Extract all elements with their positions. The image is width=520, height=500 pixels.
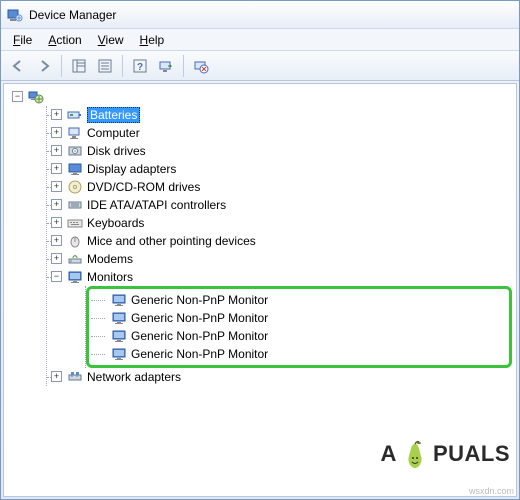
node-label: Modems	[87, 252, 133, 266]
svg-text:?: ?	[137, 62, 143, 73]
node-label: Generic Non-PnP Monitor	[131, 329, 268, 343]
monitor-icon	[111, 310, 127, 326]
menubar: File Action View Help	[1, 29, 519, 51]
toolbar: ?	[1, 51, 519, 81]
scan-hardware-button[interactable]	[154, 54, 178, 78]
node-label: Keyboards	[87, 216, 144, 230]
tree-node-monitor-child[interactable]: Generic Non-PnP Monitor	[91, 309, 507, 327]
node-label: Mice and other pointing devices	[87, 234, 256, 248]
titlebar[interactable]: Device Manager	[1, 1, 519, 29]
expander-icon[interactable]: +	[51, 109, 62, 120]
node-label: Generic Non-PnP Monitor	[131, 347, 268, 361]
app-icon	[7, 7, 23, 23]
expander-icon[interactable]: +	[51, 127, 62, 138]
tree-node-dvd-cd-rom-drives[interactable]: + DVD/CD-ROM drives	[47, 178, 512, 196]
uninstall-button[interactable]	[189, 54, 213, 78]
tree-node-monitors[interactable]: −MonitorsGeneric Non-PnP MonitorGeneric …	[47, 268, 512, 368]
show-hide-tree-button[interactable]	[67, 54, 91, 78]
monitor-icon	[111, 292, 127, 308]
window-title: Device Manager	[29, 8, 116, 22]
computer-icon	[67, 125, 83, 141]
ide-icon	[67, 197, 83, 213]
tree-node-batteries[interactable]: + Batteries	[47, 106, 512, 124]
network-icon	[67, 369, 83, 385]
tree-node-keyboards[interactable]: + Keyboards	[47, 214, 512, 232]
disk-icon	[67, 143, 83, 159]
tree-content[interactable]: − + Batteries + Computer + Disk drives + Displa…	[3, 83, 517, 497]
expander-icon[interactable]: +	[51, 371, 62, 382]
tree-node-monitor-child[interactable]: Generic Non-PnP Monitor	[91, 345, 507, 363]
tree-node-modems[interactable]: + Modems	[47, 250, 512, 268]
keyboard-icon	[67, 215, 83, 231]
expander-icon[interactable]: +	[51, 217, 62, 228]
menu-view-label: iew	[106, 33, 124, 47]
help-button[interactable]: ?	[128, 54, 152, 78]
tree-node-display-adapters[interactable]: + Display adapters	[47, 160, 512, 178]
expander-icon[interactable]: +	[51, 181, 62, 192]
monitor-icon	[111, 328, 127, 344]
expander-icon[interactable]: +	[51, 235, 62, 246]
mouse-icon	[67, 233, 83, 249]
node-label: DVD/CD-ROM drives	[87, 180, 200, 194]
menu-help[interactable]: Help	[132, 31, 173, 49]
tree-node-computer[interactable]: + Computer	[47, 124, 512, 142]
node-label: Computer	[87, 126, 140, 140]
menu-action-label: ction	[56, 33, 81, 47]
forward-button[interactable]	[32, 54, 56, 78]
cd-icon	[67, 179, 83, 195]
brand-logo: A PUALS	[381, 438, 510, 470]
tree-root-node[interactable]: − + Batteries + Computer + Disk drives + Displa…	[8, 88, 512, 386]
toolbar-separator	[61, 55, 62, 77]
node-label: Display adapters	[87, 162, 176, 176]
pear-icon	[399, 438, 431, 470]
properties-button[interactable]	[93, 54, 117, 78]
menu-file[interactable]: File	[5, 31, 40, 49]
tree-node-monitor-child[interactable]: Generic Non-PnP Monitor	[91, 291, 507, 309]
tree-node-ide-ata-atapi-controllers[interactable]: + IDE ATA/ATAPI controllers	[47, 196, 512, 214]
watermark: wsxdn.com	[469, 486, 514, 496]
menu-action[interactable]: Action	[40, 31, 89, 49]
brand-text-pre: A	[381, 441, 397, 467]
battery-icon	[67, 107, 83, 123]
monitor-icon	[111, 346, 127, 362]
menu-view[interactable]: View	[90, 31, 132, 49]
display-icon	[67, 161, 83, 177]
menu-help-label: elp	[148, 33, 164, 47]
toolbar-separator	[183, 55, 184, 77]
node-label: Batteries	[87, 107, 140, 123]
tree-node-network-adapters[interactable]: + Network adapters	[47, 368, 512, 386]
modem-icon	[67, 251, 83, 267]
node-label: Monitors	[87, 270, 133, 284]
expander-icon[interactable]: −	[51, 271, 62, 282]
node-label: Generic Non-PnP Monitor	[131, 311, 268, 325]
node-label: Generic Non-PnP Monitor	[131, 293, 268, 307]
expander-icon[interactable]: +	[51, 163, 62, 174]
toolbar-separator	[122, 55, 123, 77]
expander-icon[interactable]: −	[12, 91, 23, 102]
highlight-box: Generic Non-PnP Monitor Generic Non-PnP M…	[86, 286, 512, 368]
tree-node-monitor-child[interactable]: Generic Non-PnP Monitor	[91, 327, 507, 345]
node-label: Disk drives	[87, 144, 146, 158]
node-label: IDE ATA/ATAPI controllers	[87, 198, 226, 212]
expander-icon[interactable]: +	[51, 253, 62, 264]
tree-node-disk-drives[interactable]: + Disk drives	[47, 142, 512, 160]
brand-text-post: PUALS	[433, 441, 510, 467]
device-manager-window: Device Manager File Action View Help ?	[0, 0, 520, 500]
back-button[interactable]	[6, 54, 30, 78]
tree-node-mice-and-other-pointing-devices[interactable]: + Mice and other pointing devices	[47, 232, 512, 250]
node-label: Network adapters	[87, 370, 181, 384]
expander-icon[interactable]: +	[51, 199, 62, 210]
menu-file-label: ile	[20, 33, 32, 47]
expander-icon[interactable]: +	[51, 145, 62, 156]
monitor-icon	[67, 269, 83, 285]
computer-root-icon	[28, 89, 44, 105]
